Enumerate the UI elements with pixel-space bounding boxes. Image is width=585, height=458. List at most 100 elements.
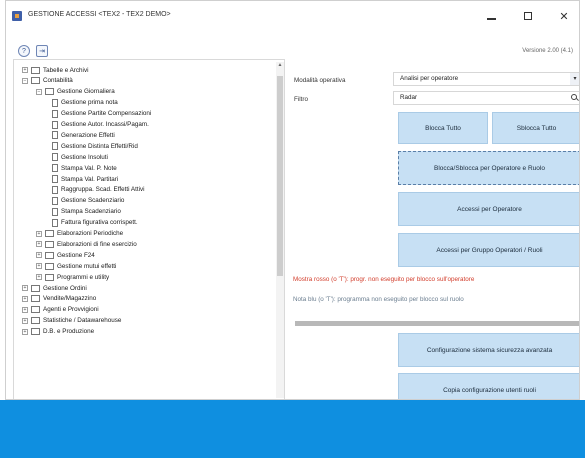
close-button[interactable]: ✕ bbox=[549, 4, 579, 28]
help-icon[interactable]: ? bbox=[18, 45, 30, 57]
document-icon bbox=[52, 142, 58, 151]
copy-config-button[interactable]: Copia configurazione utenti ruoli bbox=[398, 373, 579, 399]
tree-item-label: Elaborazioni di fine esercizio bbox=[57, 240, 137, 248]
tree-item[interactable]: − Gestione Giornaliera bbox=[36, 87, 115, 97]
document-icon bbox=[52, 98, 58, 107]
collapse-icon[interactable]: − bbox=[36, 88, 42, 95]
tree-item[interactable]: Generazione Effetti bbox=[52, 130, 115, 140]
version-label: Versione 2.00 (4.1) bbox=[522, 48, 573, 54]
tree-item[interactable]: + D.B. e Produzione bbox=[22, 327, 94, 337]
tree-item-label: Generazione Effetti bbox=[61, 131, 115, 139]
filter-input[interactable]: Radar bbox=[393, 91, 579, 105]
expand-icon[interactable]: + bbox=[36, 263, 42, 270]
document-icon bbox=[52, 131, 58, 140]
expand-icon[interactable]: + bbox=[36, 274, 42, 281]
tree-item[interactable]: + Tabelle e Archivi bbox=[22, 65, 89, 75]
tree-item[interactable]: + Gestione Ordini bbox=[22, 283, 87, 293]
tree-item[interactable]: + Elaborazioni di fine esercizio bbox=[36, 239, 137, 249]
tree-item-label: Gestione Distinta Effetti/Rid bbox=[61, 142, 138, 150]
tree-item[interactable]: Stampa Val. P. Note bbox=[52, 163, 117, 173]
tree-item[interactable]: Gestione Insoluti bbox=[52, 152, 108, 162]
tree-item[interactable]: Gestione Scadenziario bbox=[52, 196, 124, 206]
mode-label: Modalità operativa bbox=[294, 77, 346, 84]
tree-item-label: Agenti e Provvigioni bbox=[43, 306, 99, 314]
tree-item[interactable]: + Gestione mutui effetti bbox=[36, 261, 116, 271]
close-icon: ✕ bbox=[559, 10, 569, 23]
tree-item[interactable]: Stampa Val. Partitari bbox=[52, 174, 118, 184]
tree-item-label: Gestione mutui effetti bbox=[57, 262, 117, 270]
search-icon[interactable] bbox=[570, 93, 579, 103]
expand-icon[interactable]: + bbox=[22, 67, 28, 73]
folder-icon bbox=[45, 262, 54, 270]
folder-icon bbox=[45, 230, 54, 237]
expand-icon[interactable]: + bbox=[22, 306, 28, 313]
chevron-down-icon[interactable]: ▾ bbox=[570, 73, 579, 85]
tree-item[interactable]: + Agenti e Provvigioni bbox=[22, 305, 99, 315]
folder-icon bbox=[31, 306, 40, 314]
folder-icon bbox=[31, 66, 40, 74]
tree-item-label: Gestione Partite Compensazioni bbox=[61, 110, 152, 118]
access-by-group-button[interactable]: Accessi per Gruppo Operatori / Ruoli bbox=[398, 233, 579, 267]
role-block-note: Nota blu (o 'T'): programma non eseguito… bbox=[293, 296, 464, 303]
tree-item[interactable]: Raggruppa. Scad. Effetti Attivi bbox=[52, 185, 145, 195]
tree-item-label: Tabelle e Archivi bbox=[43, 66, 89, 74]
application-window: GESTIONE ACCESSI <TEX2 - TEX2 DEMO> ✕ ? … bbox=[5, 0, 580, 400]
document-icon bbox=[52, 218, 58, 227]
expand-icon[interactable]: + bbox=[36, 241, 42, 248]
scroll-up-icon[interactable]: ▲ bbox=[276, 62, 284, 72]
expand-icon[interactable]: + bbox=[22, 328, 28, 335]
tree-item-label: Stampa Scadenziario bbox=[61, 208, 121, 216]
block-all-button[interactable]: Blocca Tutto bbox=[398, 112, 488, 144]
scroll-thumb[interactable] bbox=[277, 76, 283, 276]
document-icon bbox=[52, 175, 58, 183]
maximize-button[interactable] bbox=[513, 4, 543, 28]
tree-item[interactable]: Fattura figurativa corrispett. bbox=[52, 218, 138, 228]
tree-item[interactable]: + Statistiche / Datawarehouse bbox=[22, 316, 121, 326]
tree-item[interactable]: + Vendite/Magazzino bbox=[22, 294, 96, 304]
unblock-all-button[interactable]: Sblocca Tutto bbox=[492, 112, 579, 144]
exit-icon[interactable]: ⇥ bbox=[36, 45, 48, 57]
mode-select[interactable]: Analisi per operatore ▾ bbox=[393, 72, 579, 86]
window-title: GESTIONE ACCESSI <TEX2 - TEX2 DEMO> bbox=[28, 11, 171, 18]
footer-band bbox=[0, 400, 585, 458]
folder-icon bbox=[31, 328, 40, 336]
progress-fill bbox=[295, 321, 579, 326]
tree-item-label: D.B. e Produzione bbox=[43, 328, 95, 336]
document-icon bbox=[52, 196, 58, 205]
tree-item[interactable]: Gestione prima nota bbox=[52, 98, 118, 108]
document-icon bbox=[52, 120, 58, 129]
tree-item[interactable]: Gestione Distinta Effetti/Rid bbox=[52, 141, 138, 151]
title-bar: GESTIONE ACCESSI <TEX2 - TEX2 DEMO> ✕ bbox=[6, 1, 579, 31]
mode-select-value: Analisi per operatore bbox=[400, 75, 459, 82]
collapse-icon[interactable]: − bbox=[22, 77, 28, 84]
tree-item-label: Stampa Val. Partitari bbox=[61, 175, 119, 183]
tree-item-label: Gestione Insoluti bbox=[61, 153, 108, 161]
tree-item-label: Statistiche / Datawarehouse bbox=[43, 317, 122, 325]
tree-item[interactable]: Stampa Scadenziario bbox=[52, 207, 121, 217]
minimize-button[interactable] bbox=[476, 4, 506, 28]
expand-icon[interactable]: + bbox=[22, 285, 28, 291]
tree-item[interactable]: + Elaborazioni Periodiche bbox=[36, 229, 123, 239]
folder-icon bbox=[31, 317, 40, 325]
block-by-operator-button[interactable]: Blocca/Sblocca per Operatore e Ruolo bbox=[398, 151, 579, 185]
tree-item[interactable]: + Gestione F24 bbox=[36, 250, 95, 260]
tree-item[interactable]: Gestione Autor. Incassi/Pagam. bbox=[52, 120, 149, 130]
expand-icon[interactable]: + bbox=[36, 230, 42, 237]
tree-item-label: Fattura figurativa corrispett. bbox=[61, 219, 138, 227]
tree-item-label: Gestione prima nota bbox=[61, 99, 118, 107]
access-by-operator-button[interactable]: Accessi per Operatore bbox=[398, 192, 579, 226]
folder-icon bbox=[31, 284, 40, 292]
tree-item[interactable]: − Contabilità bbox=[22, 76, 73, 86]
expand-icon[interactable]: + bbox=[36, 252, 42, 259]
maximize-icon bbox=[524, 12, 532, 20]
tree-item[interactable]: Gestione Partite Compensazioni bbox=[52, 109, 151, 119]
configure-security-button[interactable]: Configurazione sistema sicurezza avanzat… bbox=[398, 333, 579, 367]
document-icon bbox=[52, 109, 58, 118]
tree-item[interactable]: + Programmi e utility bbox=[36, 272, 109, 282]
tree-item-label: Stampa Val. P. Note bbox=[61, 164, 117, 172]
expand-icon[interactable]: + bbox=[22, 317, 28, 324]
app-icon bbox=[12, 11, 22, 21]
menu-tree[interactable]: ▲ + Tabelle e Archivi − Contabilità − Gestion… bbox=[13, 59, 285, 399]
expand-icon[interactable]: + bbox=[22, 295, 28, 302]
tree-scrollbar[interactable]: ▲ bbox=[276, 62, 284, 398]
